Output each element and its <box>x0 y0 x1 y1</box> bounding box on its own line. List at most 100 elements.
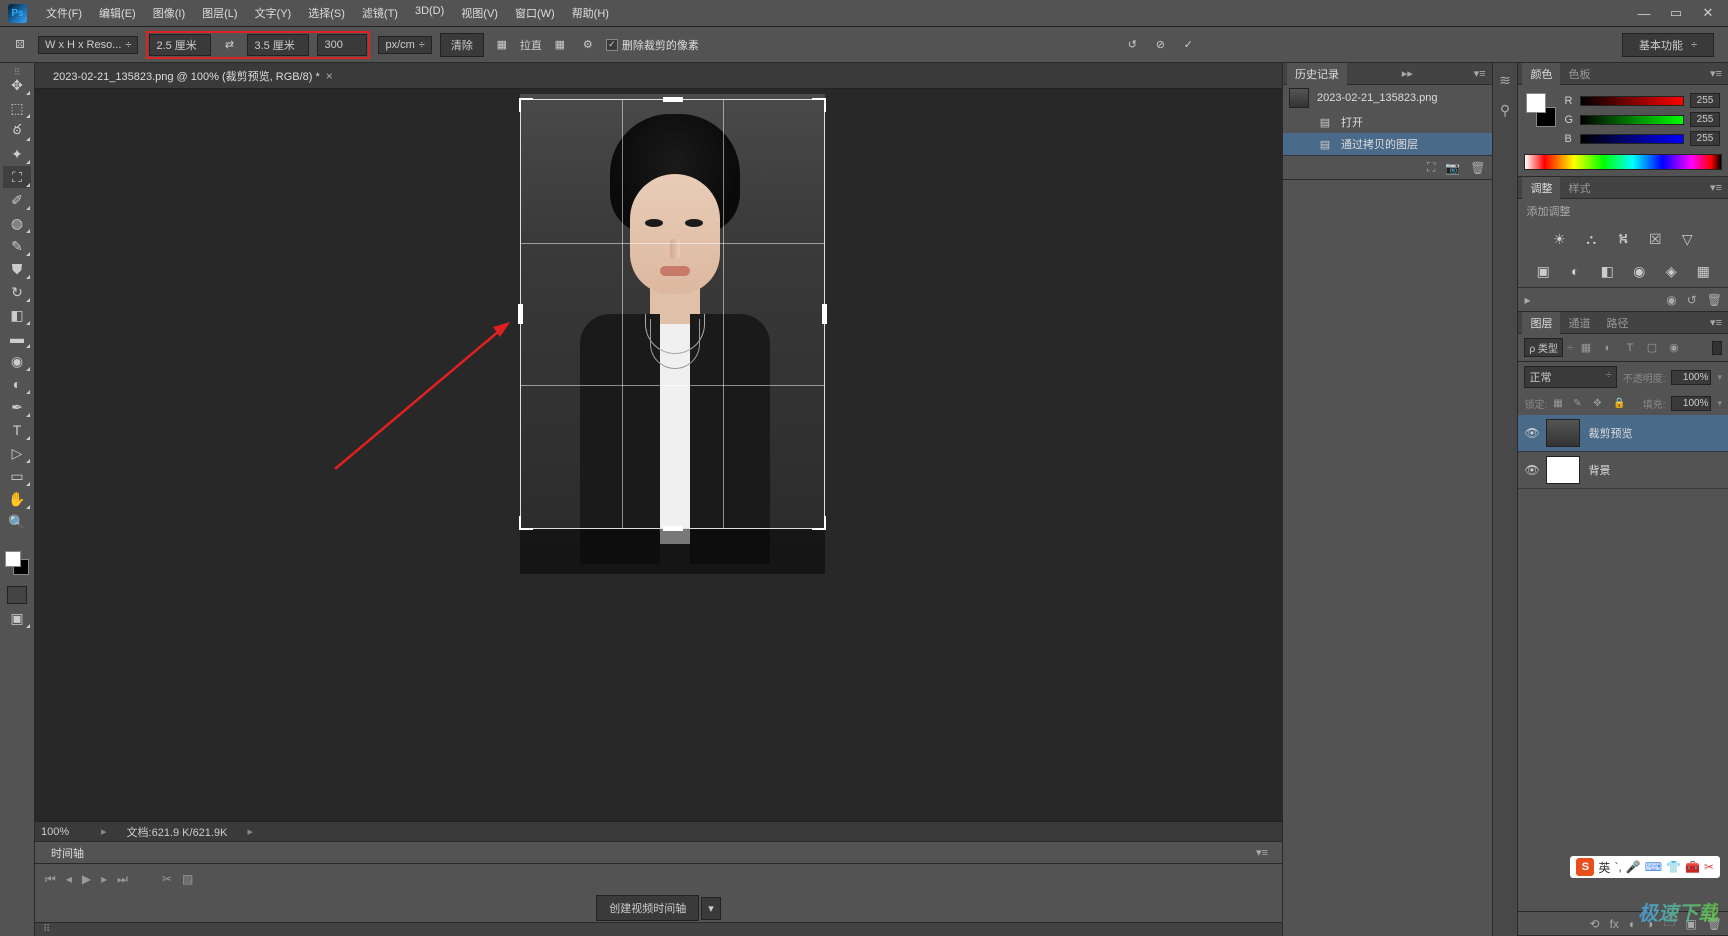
timeline-footer-grip[interactable]: ⠿ <box>43 924 50 935</box>
strip-icon-2[interactable]: ⚲ <box>1496 101 1514 119</box>
screen-mode-button[interactable]: ▣ <box>3 607 31 629</box>
visibility-icon[interactable]: 👁 <box>1524 463 1538 477</box>
blur-tool[interactable]: ◉ <box>3 350 31 372</box>
ime-skin-icon[interactable]: 👕 <box>1666 860 1681 874</box>
link-layers-icon[interactable]: ⟲ <box>1590 917 1600 931</box>
opacity-input[interactable] <box>1671 370 1711 385</box>
lock-all-icon[interactable]: 🔒 <box>1613 398 1627 409</box>
magic-wand-tool[interactable]: ✦ <box>3 143 31 165</box>
doc-info-arrow-icon[interactable]: ▸ <box>247 825 253 838</box>
close-button[interactable]: ✕ <box>1696 4 1720 22</box>
zoom-arrow-icon[interactable]: ▸ <box>101 825 107 838</box>
straighten-icon[interactable]: ▦ <box>492 35 512 55</box>
b-slider[interactable] <box>1580 134 1684 144</box>
filter-type-icon[interactable]: T <box>1621 340 1639 356</box>
timeline-first-frame-icon[interactable]: ⏮ <box>45 872 56 887</box>
history-item-layer-via-copy[interactable]: ▤ 通过拷贝的图层 <box>1283 133 1492 155</box>
timeline-play-icon[interactable]: ▶ <box>82 872 91 886</box>
r-value-input[interactable] <box>1690 93 1720 108</box>
vibrance-icon[interactable]: ▽ <box>1677 229 1697 249</box>
document-close-icon[interactable]: × <box>326 69 333 83</box>
menu-edit[interactable]: 编辑(E) <box>92 2 143 24</box>
filter-smart-icon[interactable]: ◉ <box>1665 340 1683 356</box>
filter-shape-icon[interactable]: ▢ <box>1643 340 1661 356</box>
timeline-next-frame-icon[interactable]: ▸ <box>101 872 107 886</box>
timeline-transition-icon[interactable]: ▨ <box>182 872 193 886</box>
exposure-icon[interactable]: ☒ <box>1645 229 1665 249</box>
adj-footer-icon[interactable]: ▸ <box>1524 293 1530 307</box>
hand-tool[interactable]: ✋ <box>3 488 31 510</box>
document-tab[interactable]: 2023-02-21_135823.png @ 100% (裁剪预览, RGB/… <box>43 64 343 88</box>
adjustments-menu-icon[interactable]: ▾≡ <box>1704 181 1728 194</box>
color-swatches[interactable] <box>1526 93 1556 135</box>
brush-tool[interactable]: ✎ <box>3 235 31 257</box>
adj-clip-icon[interactable]: ◉ <box>1666 293 1676 307</box>
hue-saturation-icon[interactable]: ▣ <box>1533 261 1553 281</box>
timeline-tab[interactable]: 时间轴 <box>43 842 92 864</box>
cancel-crop-icon[interactable]: ⊘ <box>1150 35 1170 55</box>
toolbar-grip[interactable]: ⠿ <box>0 67 34 73</box>
black-white-icon[interactable]: ◧ <box>1597 261 1617 281</box>
r-slider[interactable] <box>1580 96 1684 106</box>
ime-toolbox-icon[interactable]: 🧰 <box>1685 860 1700 874</box>
layer-filter-dropdown[interactable]: ρ 类型 <box>1524 338 1562 357</box>
clear-button[interactable]: 清除 <box>440 33 484 57</box>
ime-mic-icon[interactable]: 🎤 <box>1626 860 1641 874</box>
create-video-timeline-button[interactable]: 创建视频时间轴 <box>596 895 699 921</box>
overlay-options-icon[interactable]: ▦ <box>550 35 570 55</box>
crop-tool[interactable]: ⛶ <box>3 166 31 188</box>
b-value-input[interactable] <box>1690 131 1720 146</box>
color-tab[interactable]: 颜色 <box>1522 63 1560 85</box>
document-image[interactable] <box>520 94 825 574</box>
curves-icon[interactable]: ⛕ <box>1613 229 1633 249</box>
eraser-tool[interactable]: ◧ <box>3 304 31 326</box>
new-document-icon[interactable]: 📷 <box>1445 161 1460 175</box>
path-selection-tool[interactable]: ▷ <box>3 442 31 464</box>
menu-filter[interactable]: 滤镜(T) <box>355 2 405 24</box>
canvas-viewport[interactable] <box>35 89 1282 821</box>
resolution-unit-dropdown[interactable]: px/cm ÷ <box>378 36 431 54</box>
timeline-prev-frame-icon[interactable]: ◂ <box>66 872 72 886</box>
delete-state-icon[interactable]: 🗑 <box>1470 161 1485 175</box>
filter-toggle-icon[interactable] <box>1712 341 1722 355</box>
eyedropper-tool[interactable]: ✐ <box>3 189 31 211</box>
menu-layer[interactable]: 图层(L) <box>195 2 244 24</box>
ime-indicator[interactable]: S 英 `, 🎤 ⌨ 👕 🧰 ✂ <box>1570 856 1720 878</box>
healing-brush-tool[interactable]: ◍ <box>3 212 31 234</box>
swap-dimensions-icon[interactable]: ⇄ <box>219 35 239 55</box>
reset-crop-icon[interactable]: ↺ <box>1122 35 1142 55</box>
clone-stamp-tool[interactable]: ⛊ <box>3 258 31 280</box>
color-menu-icon[interactable]: ▾≡ <box>1704 67 1728 80</box>
menu-3d[interactable]: 3D(D) <box>408 2 451 24</box>
blend-mode-dropdown[interactable]: 正常 ÷ <box>1524 366 1616 388</box>
menu-select[interactable]: 选择(S) <box>301 2 352 24</box>
delete-cropped-checkbox[interactable]: ✓ 删除裁剪的像素 <box>606 37 699 53</box>
timeline-menu-icon[interactable]: ▾≡ <box>1250 846 1274 859</box>
menu-image[interactable]: 图像(I) <box>146 2 192 24</box>
fill-input[interactable] <box>1671 396 1711 411</box>
crop-resolution-input[interactable] <box>317 34 367 56</box>
new-snapshot-icon[interactable]: ⛶ <box>1427 160 1435 175</box>
color-lookup-icon[interactable]: ▦ <box>1693 261 1713 281</box>
type-tool[interactable]: T <box>3 419 31 441</box>
layer-style-icon[interactable]: fx <box>1610 917 1619 931</box>
foreground-color[interactable] <box>5 551 21 567</box>
marquee-tool[interactable]: ⬚ <box>3 97 31 119</box>
history-brush-tool[interactable]: ↻ <box>3 281 31 303</box>
layers-tab[interactable]: 图层 <box>1522 312 1560 334</box>
styles-tab[interactable]: 样式 <box>1560 177 1598 199</box>
menu-file[interactable]: 文件(F) <box>39 2 89 24</box>
zoom-tool[interactable]: 🔍 <box>3 511 31 533</box>
commit-crop-icon[interactable]: ✓ <box>1178 35 1198 55</box>
photo-filter-icon[interactable]: ◉ <box>1629 261 1649 281</box>
channels-tab[interactable]: 通道 <box>1560 312 1598 334</box>
zoom-input[interactable] <box>41 826 81 838</box>
crop-tool-icon[interactable]: ⚄ <box>10 35 30 55</box>
timeline-cut-icon[interactable]: ✂ <box>162 872 172 886</box>
shape-tool[interactable]: ▭ <box>3 465 31 487</box>
history-tab[interactable]: 历史记录 <box>1287 63 1347 85</box>
adjustments-tab[interactable]: 调整 <box>1522 177 1560 199</box>
menu-view[interactable]: 视图(V) <box>454 2 505 24</box>
adj-delete-icon[interactable]: 🗑 <box>1707 293 1722 307</box>
g-value-input[interactable] <box>1690 112 1720 127</box>
